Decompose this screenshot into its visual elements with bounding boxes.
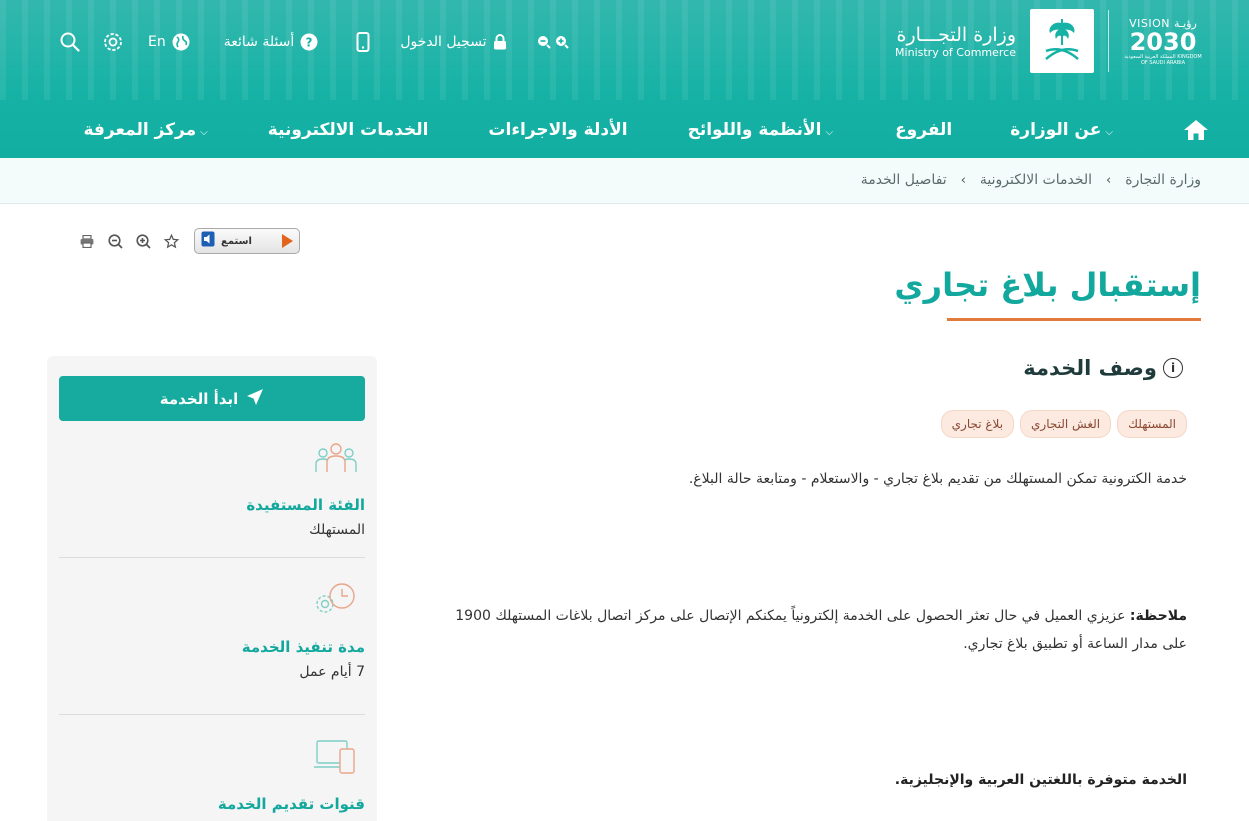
nav-label: مركز المعرفة [83, 120, 197, 140]
beneficiary-block: الفئة المستفيدة المستهلك [59, 442, 365, 538]
breadcrumb-item[interactable]: وزارة التجارة [1125, 172, 1201, 188]
nav-label: الأدلة والاجراءات [488, 120, 628, 140]
login-label: تسجيل الدخول [400, 34, 487, 50]
tag-list: المستهلك الغش التجاري بلاغ تجاري [427, 410, 1187, 438]
nav-knowledge-center[interactable]: مركز المعرفة ⌵ [83, 120, 207, 140]
print-icon[interactable] [78, 232, 96, 250]
vision-kingdom: المملكة العربية السعودية KINGDOM OF SAUD… [1124, 53, 1202, 66]
service-description: i وصف الخدمة المستهلك الغش التجاري بلاغ … [427, 356, 1187, 788]
devices-icon [51, 739, 357, 775]
nav-about-ministry[interactable]: عن الوزارة ⌵ [1010, 120, 1113, 140]
nav-guides[interactable]: الأدلة والاجراءات [488, 120, 627, 140]
listen-button[interactable]: استمع [194, 228, 300, 254]
language-switch[interactable]: En [148, 33, 190, 51]
note-label: ملاحظة: [1129, 608, 1187, 624]
breadcrumb-bar: وزارة التجارة ‹ الخدمات الالكترونية ‹ تف… [0, 158, 1249, 204]
section-title: وصف الخدمة [1023, 356, 1157, 380]
tag[interactable]: بلاغ تجاري [940, 410, 1015, 438]
tag[interactable]: المستهلك [1117, 410, 1187, 438]
nav-label: الفروع [895, 120, 953, 140]
note-paragraph: ملاحظة: عزيزي العميل في حال تعثر الحصول … [427, 602, 1187, 658]
question-icon: ? [300, 33, 318, 51]
faq-link[interactable]: أسئلة شائعة ? [224, 33, 319, 51]
nav-label: عن الوزارة [1010, 120, 1102, 140]
svg-text:?: ? [306, 36, 313, 50]
zoom-out-icon[interactable] [537, 35, 551, 49]
service-info-card: ابدأ الخدمة الفئة المستفيدة المستهلك مدة… [47, 356, 377, 821]
zoom-in-icon[interactable] [555, 35, 569, 49]
page-tools: استمع [78, 228, 300, 254]
duration-label: مدة تنفيذ الخدمة [241, 638, 365, 656]
page-title: إستقبال بلاغ تجاري [894, 266, 1201, 304]
title-underline [947, 318, 1201, 321]
logo-divider [1108, 10, 1109, 72]
home-icon[interactable] [1183, 119, 1209, 141]
mobile-icon[interactable] [356, 32, 370, 52]
login-link[interactable]: تسجيل الدخول [400, 34, 506, 50]
start-service-label: ابدأ الخدمة [159, 389, 239, 408]
nav-regulations[interactable]: الأنظمة واللوائح ⌵ [688, 120, 834, 140]
start-service-button[interactable]: ابدأ الخدمة [59, 376, 365, 421]
section-heading: i وصف الخدمة [427, 356, 1183, 380]
send-icon [246, 388, 264, 410]
ministry-name-ar: وزارة التجـــارة [896, 23, 1016, 46]
channels-label: قنوات تقديم الخدمة [217, 795, 365, 813]
beneficiary-label: الفئة المستفيدة [246, 496, 365, 514]
ministry-logo-text[interactable]: وزارة التجـــارة Ministry of Commerce [895, 24, 1016, 59]
zoom-in-icon[interactable] [134, 232, 152, 250]
chevron-down-icon: ⌵ [1105, 126, 1113, 138]
chevron-down-icon: ⌵ [200, 126, 208, 138]
gear-clock-icon [51, 582, 357, 618]
site-header: En أسئلة شائعة ? تسجيل الدخول وزارة التج… [0, 0, 1249, 158]
language-label: En [148, 34, 166, 50]
lock-icon [493, 34, 507, 50]
vision-2030-logo: VISION رؤيـة 2030 المملكة العربية السعود… [1123, 17, 1203, 66]
vision-year: 2030 [1129, 27, 1197, 56]
speaker-icon [201, 231, 215, 251]
divider [59, 557, 365, 558]
saudi-emblem-icon [1030, 9, 1094, 73]
star-icon[interactable] [162, 232, 180, 250]
breadcrumb-item-current: تفاصيل الخدمة [860, 172, 947, 188]
languages-text: الخدمة متوفرة باللغتين العربية والإنجليز… [894, 772, 1187, 788]
description-text: خدمة الكترونية تمكن المستهلك من تقديم بل… [688, 471, 1187, 487]
note-text: عزيزي العميل في حال تعثر الحصول على الخد… [455, 608, 1187, 652]
chevron-down-icon: ⌵ [825, 126, 834, 138]
faq-label: أسئلة شائعة [223, 34, 295, 50]
top-utility-bar: En أسئلة شائعة ? تسجيل الدخول [60, 28, 569, 56]
chevron-left-icon: ‹ [1106, 172, 1112, 188]
main-navigation: عن الوزارة ⌵ الفروع الأنظمة واللوائح ⌵ ا… [83, 112, 1209, 148]
nav-eservices[interactable]: الخدمات الالكترونية [268, 120, 429, 140]
search-icon[interactable] [60, 32, 80, 52]
breadcrumb: وزارة التجارة ‹ الخدمات الالكترونية ‹ تف… [861, 172, 1201, 188]
info-icon: i [1163, 358, 1183, 378]
users-icon [51, 442, 357, 476]
channels-block: قنوات تقديم الخدمة [59, 739, 365, 813]
nav-branches[interactable]: الفروع [895, 120, 952, 140]
duration-block: مدة تنفيذ الخدمة 7 أيام عمل [59, 582, 365, 680]
tag[interactable]: الغش التجاري [1020, 410, 1112, 438]
divider [59, 714, 365, 715]
nav-label: الأنظمة واللوائح [687, 120, 822, 140]
beneficiary-value: المستهلك [309, 522, 365, 538]
chevron-left-icon: ‹ [960, 172, 966, 188]
zoom-out-icon[interactable] [106, 232, 124, 250]
ministry-name-en: Ministry of Commerce [895, 45, 1016, 59]
gear-icon[interactable] [102, 31, 124, 53]
duration-value: 7 أيام عمل [299, 664, 365, 680]
globe-icon [172, 33, 190, 51]
listen-label: استمع [221, 235, 252, 247]
breadcrumb-item[interactable]: الخدمات الالكترونية [980, 172, 1092, 188]
nav-label: الخدمات الالكترونية [267, 120, 429, 140]
play-icon [282, 234, 293, 248]
logo-area: وزارة التجـــارة Ministry of Commerce VI… [895, 8, 1203, 74]
